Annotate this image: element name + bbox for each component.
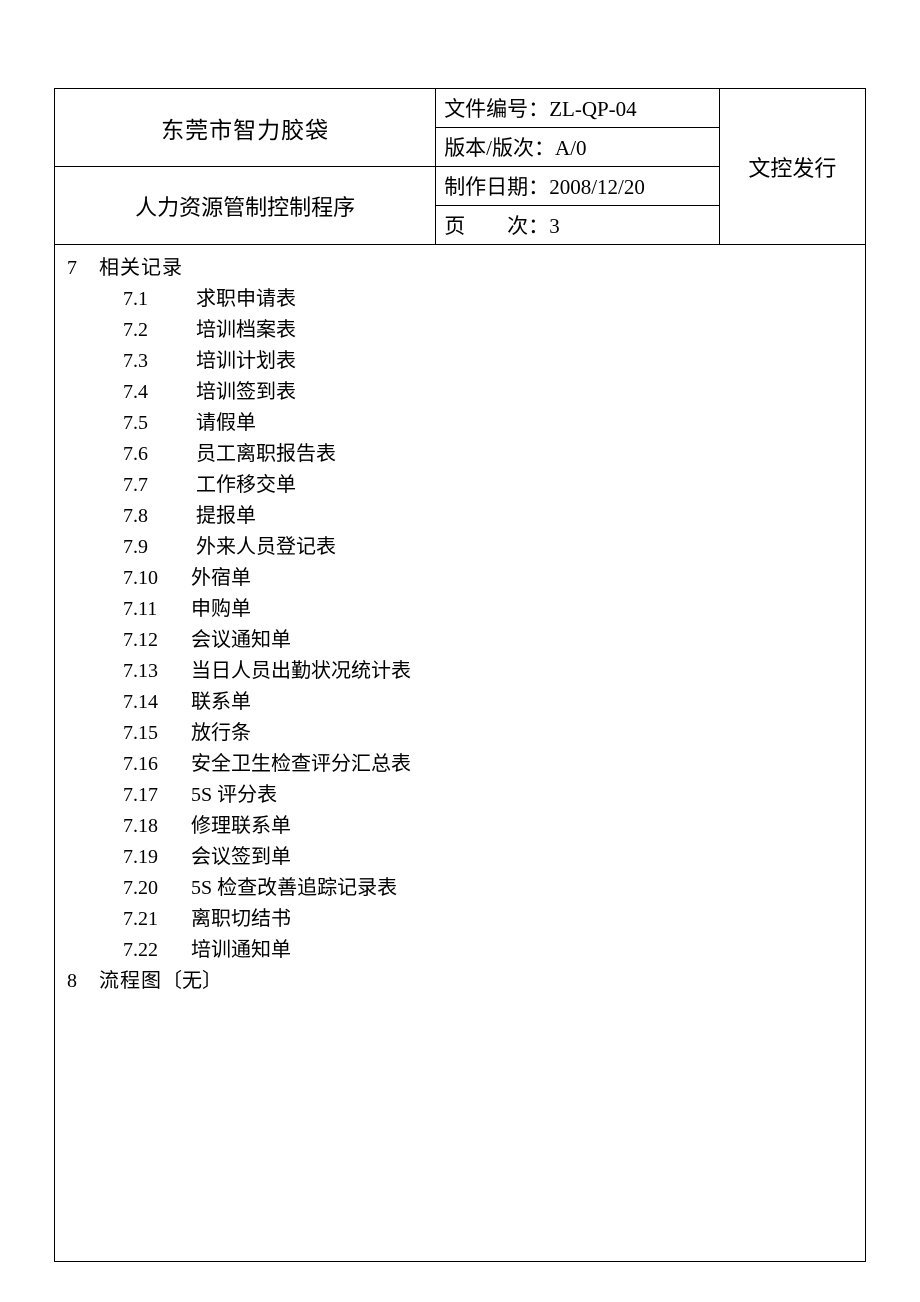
item-text: 修理联系单 [191,815,291,837]
list-item: 7.4 培训签到表 [123,377,853,408]
item-text: 会议签到单 [191,846,291,868]
list-item: 7.175S 评分表 [123,780,853,811]
date-label: 制作日期： [444,175,549,199]
item-number: 7.5 [123,408,191,439]
list-item: 7.15放行条 [123,718,853,749]
item-number: 7.19 [123,842,191,873]
list-item: 7.21离职切结书 [123,904,853,935]
page-cell: 页 次：3 [436,206,720,245]
item-number: 7.12 [123,625,191,656]
item-number: 7.7 [123,470,191,501]
item-text: 外来人员登记表 [196,536,336,558]
item-text: 培训档案表 [196,319,296,341]
item-text: 离职切结书 [191,908,291,930]
item-number: 7.17 [123,780,191,811]
list-item: 7.13当日人员出勤状况统计表 [123,656,853,687]
section-7-heading: 7相关记录 [67,253,853,284]
item-text: 培训签到表 [196,381,296,403]
item-text: 外宿单 [191,567,251,589]
list-item: 7.1 求职申请表 [123,284,853,315]
org-name: 东莞市智力胶袋 [55,89,436,167]
list-item: 7.2 培训档案表 [123,315,853,346]
list-item: 7.3 培训计划表 [123,346,853,377]
item-number: 7.1 [123,284,191,315]
item-text: 员工离职报告表 [196,443,336,465]
page-value: 3 [549,214,560,238]
item-number: 7.11 [123,594,191,625]
content-body: 7相关记录 7.1 求职申请表 7.2 培训档案表 7.3 培训计划表 7.4 … [55,245,865,1009]
issue-stamp: 文控发行 [719,89,865,245]
item-number: 7.15 [123,718,191,749]
section-8-note: 〔无〕 [162,970,222,992]
item-text: 会议通知单 [191,629,291,651]
item-text: 提报单 [196,505,256,527]
item-text: 培训通知单 [191,939,291,961]
item-text: 放行条 [191,722,251,744]
records-list: 7.1 求职申请表 7.2 培训档案表 7.3 培训计划表 7.4 培训签到表 … [123,284,853,966]
item-number: 7.14 [123,687,191,718]
list-item: 7.12会议通知单 [123,625,853,656]
section-8-number: 8 [67,966,99,997]
list-item: 7.10外宿单 [123,563,853,594]
item-text: 工作移交单 [196,474,296,496]
item-number: 7.2 [123,315,191,346]
section-8-heading: 8流程图〔无〕 [67,966,853,997]
section-7-title: 相关记录 [99,257,183,279]
item-text: 5S 检查改善追踪记录表 [191,877,397,899]
section-8-title: 流程图 [99,970,162,992]
item-number: 7.8 [123,501,191,532]
list-item: 7.8 提报单 [123,501,853,532]
item-number: 7.16 [123,749,191,780]
page-label: 页 次： [444,214,549,238]
list-item: 7.14联系单 [123,687,853,718]
item-text: 安全卫生检查评分汇总表 [191,753,411,775]
list-item: 7.205S 检查改善追踪记录表 [123,873,853,904]
version-label: 版本/版次： [444,136,555,160]
item-number: 7.4 [123,377,191,408]
item-text: 联系单 [191,691,251,713]
list-item: 7.16安全卫生检查评分汇总表 [123,749,853,780]
item-number: 7.3 [123,346,191,377]
page: 东莞市智力胶袋 文件编号：ZL-QP-04 文控发行 版本/版次：A/0 人力资… [0,0,920,1302]
item-number: 7.18 [123,811,191,842]
item-number: 7.6 [123,439,191,470]
document-frame: 东莞市智力胶袋 文件编号：ZL-QP-04 文控发行 版本/版次：A/0 人力资… [54,88,866,1262]
list-item: 7.11申购单 [123,594,853,625]
item-text: 当日人员出勤状况统计表 [191,660,411,682]
item-number: 7.10 [123,563,191,594]
list-item: 7.19会议签到单 [123,842,853,873]
header-table: 东莞市智力胶袋 文件编号：ZL-QP-04 文控发行 版本/版次：A/0 人力资… [55,89,865,245]
doc-number-cell: 文件编号：ZL-QP-04 [436,89,720,128]
list-item: 7.5 请假单 [123,408,853,439]
date-cell: 制作日期：2008/12/20 [436,167,720,206]
doc-number-label: 文件编号： [444,97,549,121]
list-item: 7.7 工作移交单 [123,470,853,501]
item-number: 7.9 [123,532,191,563]
date-value: 2008/12/20 [549,175,645,199]
item-text: 5S 评分表 [191,784,277,806]
procedure-title: 人力资源管制控制程序 [55,167,436,245]
item-text: 请假单 [196,412,256,434]
item-number: 7.22 [123,935,191,966]
list-item: 7.18修理联系单 [123,811,853,842]
list-item: 7.6 员工离职报告表 [123,439,853,470]
section-7-number: 7 [67,253,99,284]
doc-number-value: ZL-QP-04 [549,97,637,121]
item-number: 7.13 [123,656,191,687]
item-text: 申购单 [191,598,251,620]
item-number: 7.21 [123,904,191,935]
item-text: 培训计划表 [196,350,296,372]
version-cell: 版本/版次：A/0 [436,128,720,167]
list-item: 7.9 外来人员登记表 [123,532,853,563]
item-number: 7.20 [123,873,191,904]
item-text: 求职申请表 [196,288,296,310]
version-value: A/0 [555,136,587,160]
list-item: 7.22培训通知单 [123,935,853,966]
